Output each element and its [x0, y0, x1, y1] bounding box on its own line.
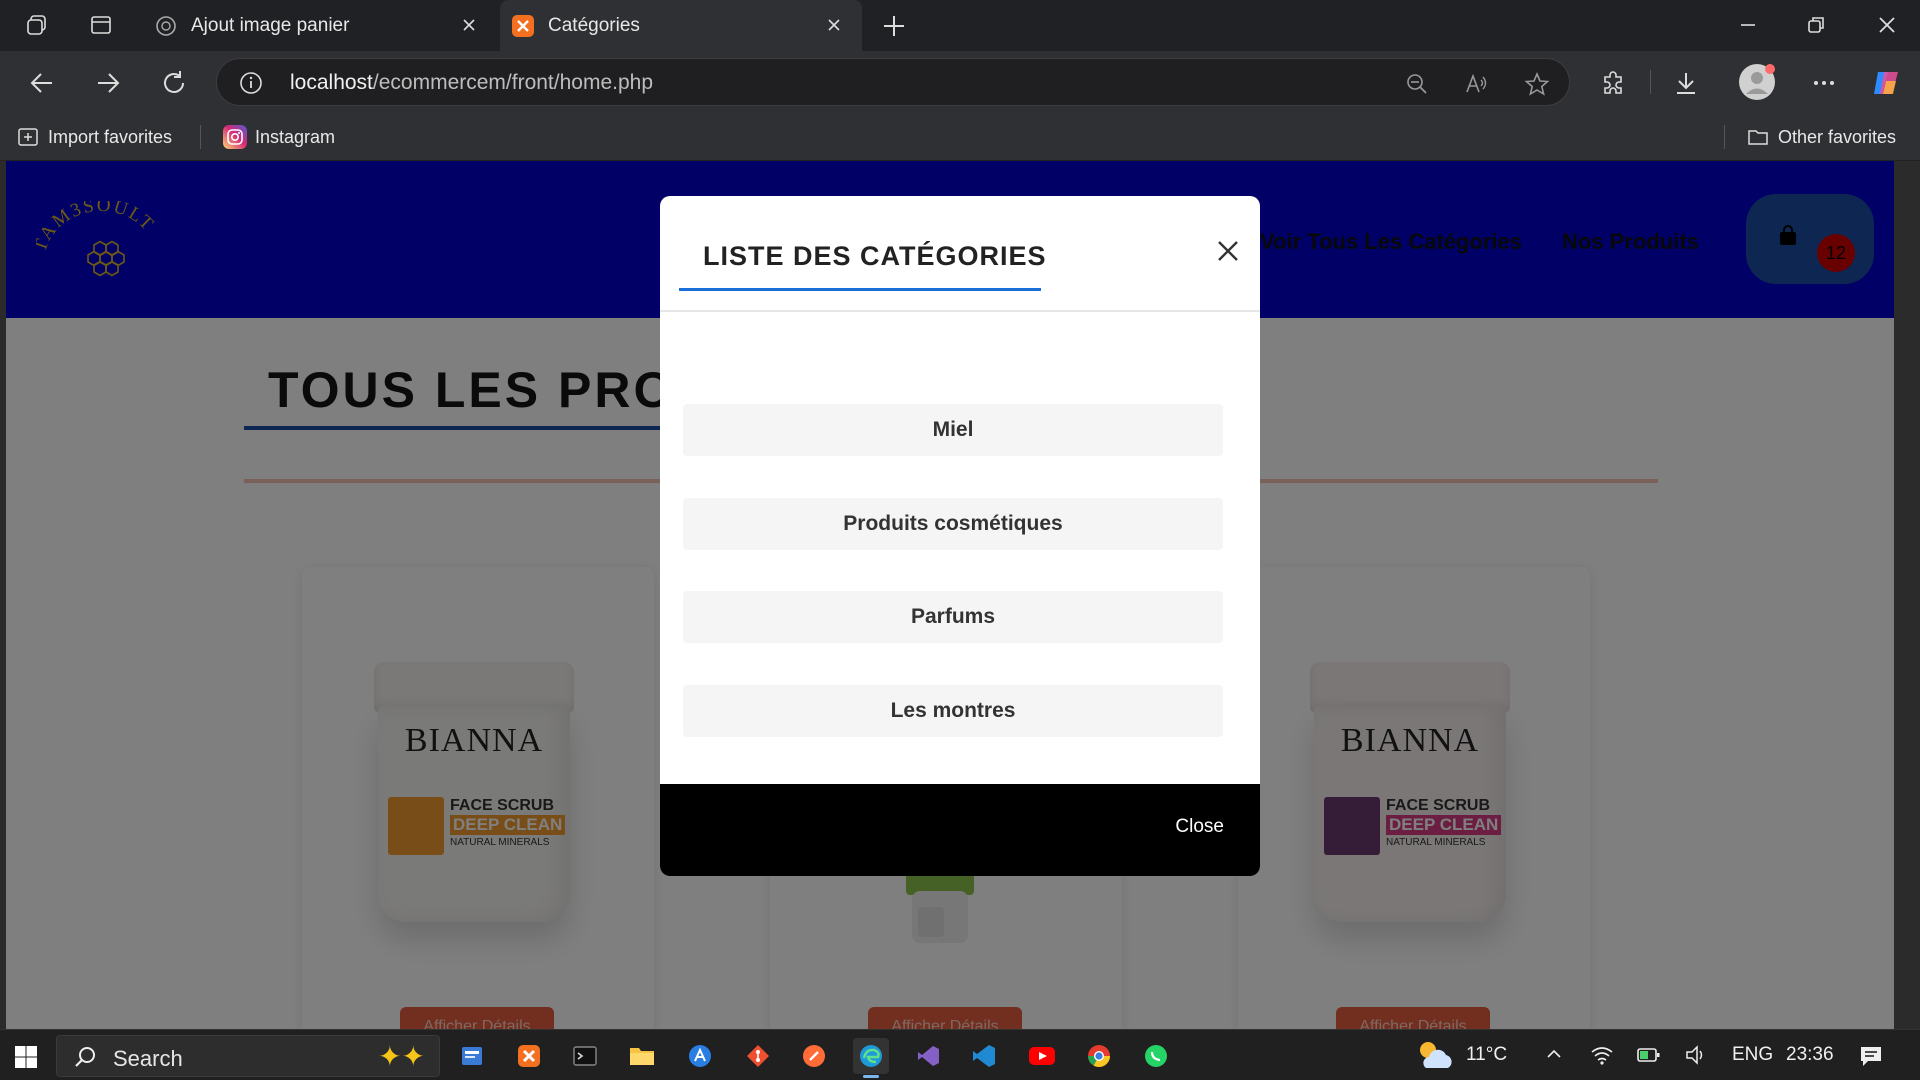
restore-icon[interactable] [1803, 12, 1829, 38]
browser-tab-bar: Ajout image panier Catégories [0, 0, 1920, 51]
category-les-montres[interactable]: Les montres [683, 685, 1223, 737]
modal-header: LISTE DES CATÉGORIES [660, 196, 1260, 312]
close-tab-icon[interactable] [822, 13, 846, 37]
tab-ajout-image-panier[interactable]: Ajout image panier [145, 0, 497, 51]
tab-label: Catégories [548, 14, 640, 36]
favorites-separator [200, 125, 201, 149]
zoom-out-icon[interactable] [1404, 71, 1430, 97]
windows-taskbar: Search ✦✦ 11°C ENG 23:36 [0, 1029, 1920, 1080]
battery-icon[interactable] [1636, 1044, 1662, 1072]
globe-icon [155, 15, 177, 37]
store-app-icon[interactable] [682, 1038, 718, 1074]
category-produits-cosmetiques[interactable]: Produits cosmétiques [683, 498, 1223, 550]
instagram-label: Instagram [255, 126, 336, 147]
refresh-icon[interactable] [158, 67, 190, 99]
wifi-icon[interactable] [1590, 1044, 1614, 1072]
browser-toolbar: localhost/ecommercem/front/home.php [0, 51, 1920, 113]
url-host: localhost [290, 71, 373, 94]
instagram-link[interactable]: Instagram [223, 123, 335, 151]
terminal-app-icon[interactable] [567, 1038, 603, 1074]
modal-title: LISTE DES CATÉGORIES [703, 241, 1047, 271]
other-favorites-label: Other favorites [1778, 126, 1897, 147]
postman-app-icon[interactable] [796, 1038, 832, 1074]
start-icon[interactable] [14, 1045, 38, 1069]
language-indicator[interactable]: ENG [1732, 1044, 1773, 1066]
folder-icon [1746, 125, 1770, 149]
tab-categories[interactable]: Catégories [500, 0, 862, 51]
downloads-icon[interactable] [1670, 67, 1702, 99]
xampp-icon [512, 14, 534, 37]
volume-icon[interactable] [1684, 1044, 1708, 1072]
favorites-bar: Import favorites Instagram Other favorit… [0, 113, 1920, 161]
youtube-icon[interactable] [1024, 1038, 1060, 1074]
forward-icon[interactable] [92, 67, 124, 99]
visual-studio-icon[interactable] [910, 1038, 946, 1074]
chevron-up-icon[interactable] [1544, 1044, 1564, 1070]
favorites-separator [1724, 125, 1725, 149]
whatsapp-icon[interactable] [1138, 1038, 1174, 1074]
close-window-icon[interactable] [1874, 12, 1900, 38]
file-explorer-icon[interactable] [624, 1038, 660, 1074]
import-icon [16, 125, 40, 149]
close-button[interactable]: Close [1175, 816, 1224, 838]
url-text[interactable]: localhost/ecommercem/front/home.php [290, 71, 653, 95]
close-tab-icon[interactable] [457, 13, 481, 37]
xampp-app-icon[interactable] [511, 1038, 547, 1074]
close-icon[interactable] [1215, 238, 1241, 264]
notification-icon[interactable] [1858, 1044, 1884, 1074]
category-parfums[interactable]: Parfums [683, 591, 1223, 643]
edge-app-icon[interactable] [853, 1038, 889, 1078]
read-aloud-icon[interactable] [1464, 71, 1490, 97]
sparkle-icon: ✦✦ [378, 1041, 425, 1072]
instagram-icon [223, 125, 247, 149]
more-options-icon[interactable] [1808, 67, 1840, 99]
git-app-icon[interactable] [740, 1038, 776, 1074]
search-placeholder: Search [113, 1046, 183, 1071]
modal-footer: Close [660, 784, 1260, 876]
clock-time[interactable]: 23:36 [1786, 1044, 1834, 1066]
category-miel[interactable]: Miel [683, 404, 1223, 456]
extensions-icon[interactable] [1598, 67, 1630, 99]
workspaces-icon[interactable] [24, 12, 50, 38]
modal-title-underline [679, 288, 1041, 291]
favorite-star-icon[interactable] [1524, 71, 1550, 97]
import-favorites-link[interactable]: Import favorites [16, 123, 172, 151]
site-info-icon[interactable] [239, 71, 263, 95]
tab-label: Ajout image panier [191, 14, 350, 36]
import-favorites-label: Import favorites [48, 126, 173, 147]
toolbar-separator [1650, 70, 1651, 94]
taskbar-search[interactable]: Search ✦✦ [56, 1035, 440, 1077]
address-bar[interactable]: localhost/ecommercem/front/home.php [216, 58, 1570, 106]
back-icon[interactable] [26, 67, 58, 99]
categories-modal: LISTE DES CATÉGORIES Miel Produits cosmé… [660, 196, 1260, 876]
page-scrollbar[interactable] [1894, 161, 1920, 1029]
minimize-icon[interactable] [1735, 12, 1761, 38]
copilot-icon[interactable] [1870, 67, 1902, 99]
new-tab-button[interactable] [880, 12, 908, 40]
other-favorites-link[interactable]: Other favorites [1746, 123, 1896, 151]
chrome-icon[interactable] [1081, 1038, 1117, 1074]
url-path: /ecommercem/front/home.php [372, 71, 654, 94]
vscode-icon[interactable] [966, 1038, 1002, 1074]
search-icon [73, 1045, 97, 1069]
tab-actions-icon[interactable] [88, 12, 114, 38]
weather-temperature[interactable]: 11°C [1466, 1044, 1507, 1066]
weather-icon[interactable] [1414, 1036, 1456, 1080]
news-app-icon[interactable] [454, 1038, 490, 1074]
profile-avatar[interactable] [1738, 63, 1776, 101]
